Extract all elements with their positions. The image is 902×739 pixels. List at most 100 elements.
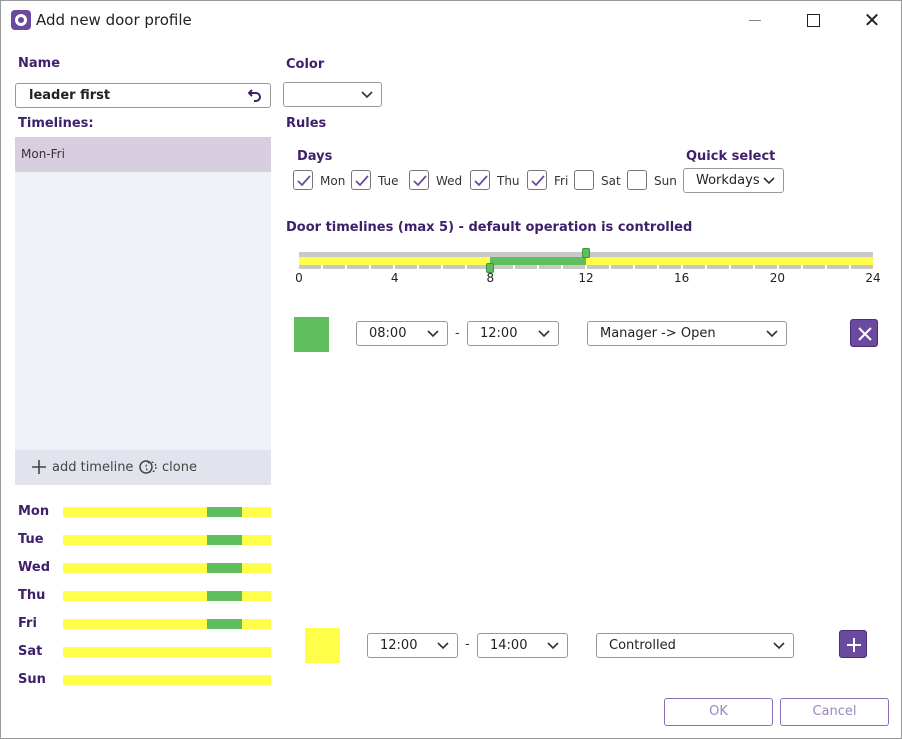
week-day-label: Mon: [18, 504, 50, 519]
week-day-active-segment: [207, 563, 242, 573]
week-day-active-segment: [207, 591, 242, 601]
week-day-active-segment: [207, 619, 242, 629]
week-day-bar: [63, 647, 271, 657]
clone-label: clone: [162, 459, 197, 475]
day-checkbox-label: Sat: [601, 174, 621, 188]
default-mode-select[interactable]: Controlled: [596, 633, 794, 658]
checkbox[interactable]: [574, 170, 594, 190]
week-day-bar: [63, 675, 271, 685]
entry-to-select[interactable]: 12:00: [467, 321, 559, 346]
ok-button[interactable]: OK: [664, 698, 773, 726]
entry-from-select[interactable]: 08:00: [356, 321, 448, 346]
color-select[interactable]: [283, 82, 382, 107]
week-day-label: Thu: [18, 588, 46, 603]
name-value: leader first: [29, 88, 111, 103]
week-day-bar: [63, 591, 271, 601]
undo-icon[interactable]: [247, 87, 263, 103]
week-day-label: Fri: [18, 616, 37, 631]
timeline-item[interactable]: Mon-Fri: [15, 137, 271, 172]
minimize-button[interactable]: [733, 5, 777, 35]
checkbox[interactable]: [527, 170, 547, 190]
day-checkbox-label: Mon: [320, 174, 346, 188]
week-day-bar: [63, 535, 271, 545]
checkmark-icon: [297, 175, 311, 187]
entry-to-value: 12:00: [480, 326, 518, 341]
entry-mode-select[interactable]: Manager -> Open: [587, 321, 787, 346]
day-checkbox-label: Fri: [554, 174, 569, 188]
week-day-active-segment: [207, 507, 242, 517]
week-day-label: Sun: [18, 672, 46, 687]
add-timeline-button[interactable]: add timeline: [31, 459, 133, 475]
name-field[interactable]: leader first: [15, 83, 271, 108]
chevron-down-icon: [437, 642, 449, 650]
clone-button[interactable]: clone: [139, 459, 197, 475]
add-entry-button[interactable]: [839, 630, 867, 658]
week-day-label: Sat: [18, 644, 43, 659]
scale-tick-label: 24: [865, 271, 881, 285]
plus-icon: [32, 460, 46, 474]
checkbox[interactable]: [409, 170, 429, 190]
timeline-item-label: Mon-Fri: [21, 147, 65, 161]
range-separator: -: [455, 326, 460, 341]
default-from-select[interactable]: 12:00: [367, 633, 458, 658]
name-label: Name: [18, 56, 61, 71]
chevron-down-icon: [361, 91, 373, 99]
default-mode-value: Controlled: [609, 638, 676, 653]
checkmark-icon: [413, 175, 427, 187]
scale-ticks: [299, 265, 873, 269]
remove-entry-button[interactable]: [850, 319, 878, 347]
day-checkbox-label: Thu: [497, 174, 520, 188]
window-title: Add new door profile: [36, 11, 192, 29]
timelines-label: Timelines:: [18, 116, 94, 131]
checkmark-icon: [355, 175, 369, 187]
scale-tick-label: 0: [295, 271, 303, 285]
week-day-bar: [63, 507, 271, 517]
checkmark-icon: [474, 175, 488, 187]
dialog-window: Add new door profile ✕ Name leader first…: [0, 0, 902, 739]
scale-tick-label: 20: [769, 271, 785, 285]
close-icon: [858, 327, 872, 341]
scale-default-band: [299, 257, 873, 265]
range-end-handle[interactable]: [582, 248, 590, 258]
day-checkbox-label: Wed: [436, 174, 463, 188]
chevron-down-icon: [766, 330, 778, 338]
scale-active-band: [490, 257, 586, 265]
range-separator: -: [465, 637, 470, 652]
clone-icon: [139, 460, 157, 474]
week-day-active-segment: [207, 535, 242, 545]
days-label: Days: [297, 149, 333, 164]
chevron-down-icon: [427, 330, 439, 338]
entry-color-swatch[interactable]: [294, 317, 329, 352]
checkbox[interactable]: [627, 170, 647, 190]
entry-mode-value: Manager -> Open: [600, 326, 716, 341]
day-checkbox-label: Tue: [378, 174, 399, 188]
chevron-down-icon: [547, 642, 559, 650]
scale-tick-label: 4: [390, 271, 399, 285]
timelines-footer: add timeline clone: [15, 450, 271, 485]
chevron-down-icon: [538, 330, 550, 338]
checkbox[interactable]: [351, 170, 371, 190]
scale-tick-label: 12: [578, 271, 594, 285]
add-timeline-label: add timeline: [52, 459, 134, 475]
cancel-button[interactable]: Cancel: [780, 698, 889, 726]
color-label: Color: [286, 57, 325, 72]
title-bar: Add new door profile ✕: [1, 1, 901, 39]
scale-tick-label: 8: [486, 271, 495, 285]
default-to-select[interactable]: 14:00: [477, 633, 568, 658]
quick-select-value: Workdays: [696, 173, 760, 188]
week-day-label: Wed: [18, 560, 50, 575]
checkbox[interactable]: [293, 170, 313, 190]
checkmark-icon: [531, 175, 545, 187]
checkbox[interactable]: [470, 170, 490, 190]
quick-select-dropdown[interactable]: Workdays: [683, 168, 784, 193]
chevron-down-icon: [763, 177, 775, 185]
week-day-bar: [63, 619, 271, 629]
app-logo-icon: [11, 10, 31, 30]
close-button[interactable]: ✕: [850, 5, 894, 35]
timelines-list: Mon-Fri add timeline clone: [15, 137, 271, 485]
maximize-button[interactable]: [791, 5, 835, 35]
quick-select-label: Quick select: [686, 149, 776, 164]
rules-label: Rules: [286, 116, 327, 131]
default-color-swatch[interactable]: [305, 628, 340, 663]
day-checkbox-label: Sun: [654, 174, 677, 188]
